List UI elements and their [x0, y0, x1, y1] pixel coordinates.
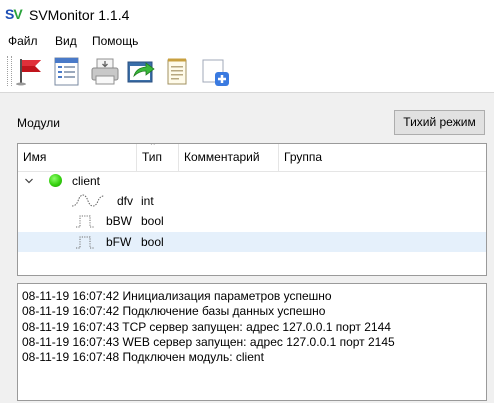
log-line: 08-11-19 16:07:42 Инициализация параметр… — [22, 289, 332, 303]
signal-name: bFW — [106, 235, 132, 249]
notepad-icon[interactable] — [160, 54, 194, 88]
tree-header: Имя ⌃ Тип Комментарий Группа — [18, 144, 486, 172]
column-header-name[interactable]: Имя — [18, 144, 137, 171]
title-bar: SV SVMonitor 1.1.4 — [0, 0, 494, 31]
tree-node-bFW[interactable]: bFW bool — [18, 232, 486, 252]
list-document-icon[interactable] — [50, 54, 84, 88]
window-title: SVMonitor 1.1.4 — [29, 7, 130, 23]
add-window-icon[interactable] — [198, 54, 232, 88]
sort-chevron-icon: ⌃ — [149, 143, 157, 151]
modules-tree[interactable]: Имя ⌃ Тип Комментарий Группа client dfv … — [17, 143, 487, 276]
analog-signal-icon — [70, 193, 106, 209]
log-line: 08-11-19 16:07:43 WEB сервер запущен: ад… — [22, 335, 395, 349]
digital-signal-icon — [70, 234, 106, 250]
menu-view[interactable]: Вид — [55, 34, 77, 49]
signal-type: bool — [141, 214, 164, 228]
log-output[interactable]: 08-11-19 16:07:42 Инициализация параметр… — [17, 283, 487, 401]
menu-help[interactable]: Помощь — [92, 34, 138, 49]
toolbar-grip[interactable] — [7, 56, 12, 86]
toolbar-divider — [0, 92, 494, 93]
menu-file[interactable]: Файл — [8, 34, 38, 49]
status-connected-icon — [49, 174, 62, 187]
printer-icon[interactable] — [88, 54, 122, 88]
export-arrow-icon[interactable] — [124, 54, 158, 88]
node-name: client — [72, 174, 101, 188]
signal-name: bBW — [106, 214, 133, 228]
signal-type: bool — [141, 235, 164, 249]
log-line: 08-11-19 16:07:48 Подключен модуль: clie… — [22, 350, 264, 364]
modules-label: Модули — [17, 116, 60, 130]
chevron-down-icon[interactable] — [25, 177, 33, 185]
signal-name: dfv — [117, 194, 134, 208]
tree-node-client[interactable]: client — [18, 171, 486, 191]
menu-bar: Файл Вид Помощь — [0, 31, 494, 52]
toolbar — [0, 52, 494, 92]
column-header-comment[interactable]: Комментарий — [179, 144, 279, 171]
flag-icon[interactable] — [14, 54, 48, 88]
tree-node-bBW[interactable]: bBW bool — [18, 211, 486, 231]
signal-type: int — [141, 194, 154, 208]
silent-mode-button[interactable]: Тихий режим — [394, 110, 485, 135]
tree-node-dfv[interactable]: dfv int — [18, 191, 486, 211]
log-line: 08-11-19 16:07:42 Подключение базы данны… — [22, 304, 326, 318]
digital-signal-icon — [70, 213, 106, 229]
log-line: 08-11-19 16:07:43 TCP сервер запущен: ад… — [22, 320, 391, 334]
column-header-group[interactable]: Группа — [279, 144, 486, 171]
app-logo-icon: SV — [5, 6, 23, 22]
column-header-type[interactable]: ⌃ Тип — [137, 144, 179, 171]
